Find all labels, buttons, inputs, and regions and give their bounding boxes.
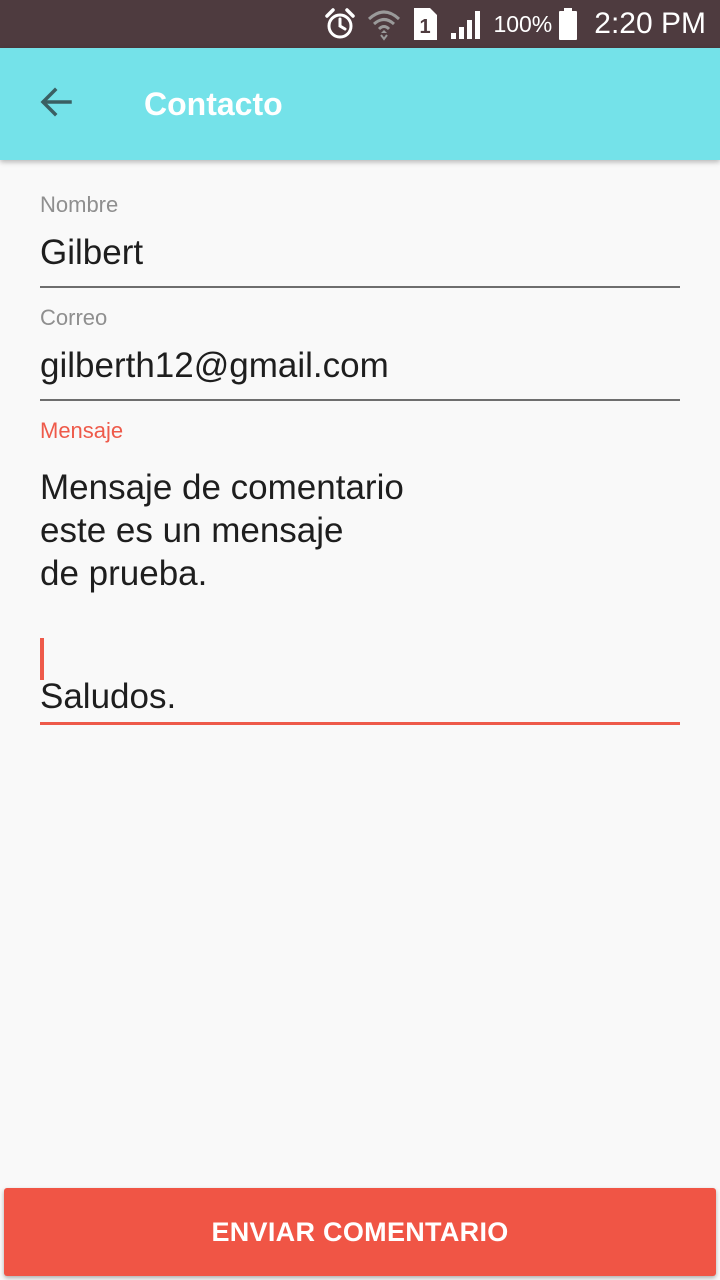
message-label: Mensaje (40, 418, 124, 443)
svg-text:1: 1 (420, 16, 431, 38)
name-underline (40, 286, 680, 288)
app-bar: Contacto (0, 48, 720, 160)
sim-icon: 1 (411, 0, 439, 48)
submit-button[interactable]: ENVIAR COMENTARIO (4, 1188, 716, 1276)
message-underline (40, 722, 680, 725)
contact-screen: 1 100% 2:20 PM Contacto Nombre Gilbert C… (0, 0, 720, 1280)
status-time: 2:20 PM (594, 7, 706, 40)
battery-percent: 100% (493, 10, 553, 37)
message-field[interactable]: Mensaje Mensaje de comentario este es un… (40, 418, 680, 728)
message-line: este es un mensaje (40, 511, 344, 550)
battery-icon (558, 0, 578, 48)
name-label: Nombre (40, 192, 119, 217)
message-line (40, 595, 680, 638)
email-underline (40, 399, 680, 401)
email-input[interactable]: gilberth12@gmail.com (40, 345, 680, 387)
message-line: Mensaje de comentario (40, 468, 404, 507)
message-line: de prueba. (40, 554, 208, 593)
alarm-icon (323, 0, 357, 48)
wifi-icon (367, 0, 401, 48)
arrow-left-icon (38, 84, 74, 125)
message-line: Saludos. (40, 677, 177, 716)
email-field[interactable]: Correo gilberth12@gmail.com (40, 305, 680, 403)
text-cursor (40, 638, 44, 680)
message-textarea[interactable]: Mensaje de comentario este es un mensaje… (40, 466, 680, 718)
back-button[interactable] (28, 76, 84, 132)
signal-icon (449, 0, 483, 48)
page-title: Contacto (144, 86, 283, 122)
name-field[interactable]: Nombre Gilbert (40, 192, 680, 290)
email-label: Correo (40, 305, 108, 330)
name-input[interactable]: Gilbert (40, 232, 680, 274)
status-bar: 1 100% 2:20 PM (0, 0, 720, 48)
